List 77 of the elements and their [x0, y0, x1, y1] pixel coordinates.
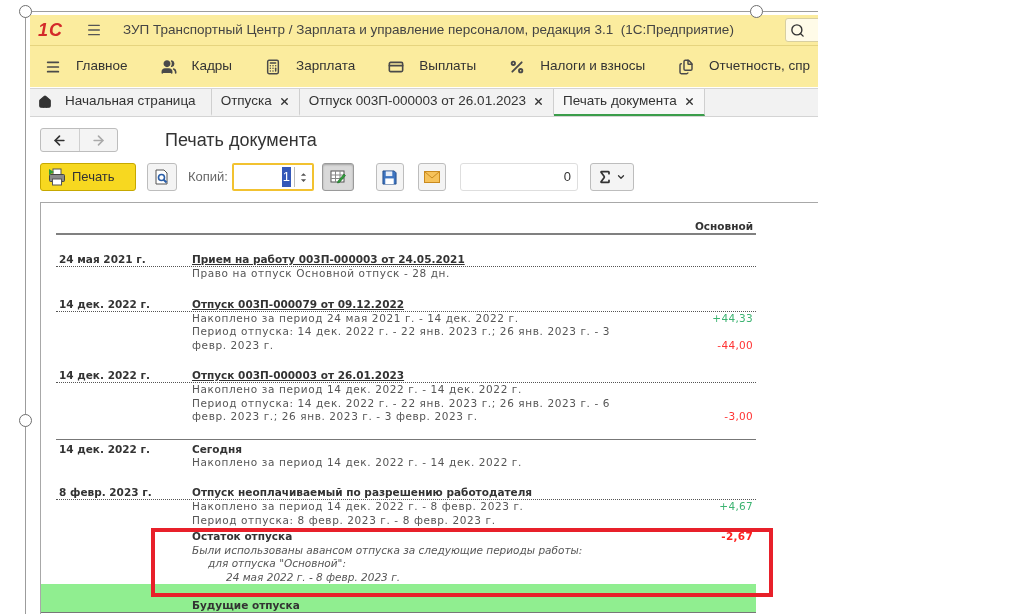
print-button[interactable]: Печать: [40, 163, 136, 191]
document-link[interactable]: Отпуск 003П-000079 от 09.12.2022: [192, 297, 405, 311]
entry-date: 14 дек. 2022 г.: [58, 442, 151, 456]
close-icon[interactable]: [532, 96, 544, 107]
edit-mode-button[interactable]: [322, 163, 354, 191]
document-link[interactable]: Прием на работу 003П-000003 от 24.05.2021: [192, 253, 465, 266]
tab[interactable]: Отпуска: [211, 89, 300, 116]
copies-field[interactable]: 1: [232, 163, 314, 191]
printer-icon: [48, 168, 66, 186]
close-icon[interactable]: [683, 96, 695, 107]
window-title: ЗУП Транспортный Центр / Зарплата и управление персоналом, редакция 3.1 (1С:Предприятие): [123, 20, 734, 39]
tab[interactable]: Печать документа: [553, 89, 705, 116]
percent-icon: [509, 58, 526, 75]
menu-icon[interactable]: [86, 22, 102, 38]
home-icon: [38, 94, 52, 109]
document-magnifier-icon: [154, 169, 170, 185]
save-button[interactable]: [376, 163, 404, 191]
resize-handle[interactable]: [19, 414, 32, 427]
entry-date: 8 февр. 2023 г.: [58, 486, 153, 499]
app-logo: 1С: [38, 20, 63, 40]
entry-date: 14 дек. 2022 г.: [58, 297, 151, 311]
envelope-icon: [424, 171, 440, 183]
resize-handle[interactable]: [19, 5, 32, 18]
column-header: Основной: [694, 219, 754, 233]
amount-value: -2,67: [721, 530, 754, 544]
detail-text: Период отпуска: 8 февр. 2023 г. - 8 февр. 2023 г.: [192, 513, 497, 527]
note-text: для отпуска "Основной":: [208, 557, 346, 571]
spinner-icon[interactable]: [300, 170, 307, 184]
note-text: Были использованы авансом отпуска за следующие периоды работы:: [192, 543, 583, 557]
amount-value: +44,33: [712, 311, 754, 325]
entry-date: 24 мая 2021 г.: [58, 253, 147, 266]
amount-value: -3,00: [724, 410, 754, 424]
detail-text: Период отпуска: 14 дек. 2022 г. - 22 янв. 2023 г.; 26 янв. 2023 г. - 3 февр. 2023 г.: [192, 325, 612, 352]
search-icon: [790, 22, 805, 38]
sum-field: 0: [460, 163, 578, 191]
section-item[interactable]: Главное: [45, 56, 128, 77]
section-label: Налоги и взносы: [540, 57, 646, 76]
event-title: Сегодня: [192, 442, 242, 456]
caret-icon: [616, 172, 627, 182]
documents-icon: [678, 58, 695, 75]
table-pencil-icon: [330, 169, 346, 185]
section-item[interactable]: Выплаты: [388, 56, 477, 77]
right-arrow-icon: [90, 132, 106, 148]
copies-label: Копий:: [188, 168, 228, 187]
detail-text: Период отпуска: 14 дек. 2022 г. - 22 янв. 2023 г.; 26 янв. 2023 г. - 6 февр. 2023 г.; 26 янв. 2023 г. - 3 февр. 2023 г.: [192, 396, 612, 424]
section-label: Главное: [76, 57, 128, 76]
form-title: Печать документа: [165, 129, 317, 152]
preview-button[interactable]: [147, 163, 177, 191]
section-label: Кадры: [191, 57, 233, 76]
section-label: Выплаты: [419, 57, 477, 76]
amount-value: -44,00: [717, 338, 754, 352]
tab[interactable]: Отпуск 003П-000003 от 26.01.2023: [299, 89, 554, 116]
detail-text: Право на отпуск Основной отпуск - 28 дн.: [192, 267, 451, 281]
section-item[interactable]: Налоги и взносы: [509, 56, 646, 77]
detail-text: Накоплено за период 24 мая 2021 г. - 14 дек. 2022 г.: [192, 311, 520, 325]
section-item[interactable]: Зарплата: [265, 56, 356, 77]
section-item[interactable]: Отчетность, спр: [678, 56, 811, 77]
close-icon[interactable]: [278, 96, 290, 107]
email-button[interactable]: [418, 163, 446, 191]
entry-date: 14 дек. 2022 г.: [58, 369, 151, 382]
tab[interactable]: Начальная страница: [30, 89, 212, 116]
section-label: Зарплата: [296, 57, 356, 76]
detail-text: Накоплено за период 14 дек. 2022 г. - 8 февр. 2023 г.: [192, 500, 525, 514]
balance-label: Остаток отпуска: [192, 530, 293, 544]
section-label: Отчетность, спр: [709, 57, 811, 76]
event-title: Отпуск неоплачиваемый по разрешению работодателя: [192, 486, 533, 499]
menu-icon: [45, 58, 61, 75]
section-heading: Будущие отпуска: [192, 599, 300, 611]
detail-text: Накоплено за период 14 дек. 2022 г. - 14 дек. 2022 г.: [192, 455, 523, 469]
amount-value: +4,67: [719, 500, 754, 514]
section-item[interactable]: Кадры: [160, 56, 233, 77]
calculator-icon: [265, 58, 282, 75]
detail-text: Накоплено за период 14 дек. 2022 г. - 14 дек. 2022 г.: [192, 383, 523, 397]
document-link[interactable]: Отпуск 003П-000003 от 26.01.2023: [192, 369, 405, 382]
note-text: 24 мая 2022 г. - 8 февр. 2023 г.: [226, 570, 400, 584]
sum-menu-button[interactable]: [590, 163, 634, 191]
people-icon: [160, 58, 177, 75]
